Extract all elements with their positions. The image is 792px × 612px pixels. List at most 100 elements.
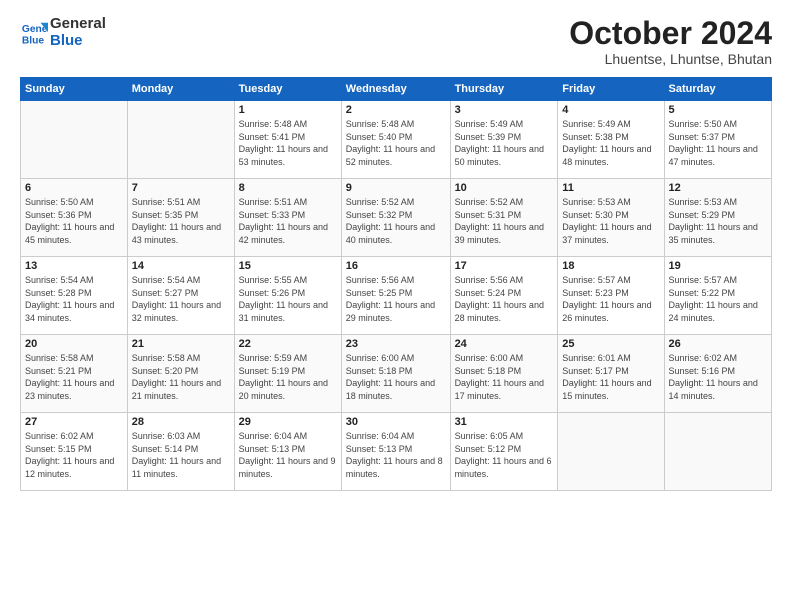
day-info: Sunrise: 5:50 AM Sunset: 5:37 PM Dayligh… [669,118,767,168]
calendar-cell: 19Sunrise: 5:57 AM Sunset: 5:22 PM Dayli… [664,257,771,335]
calendar-table: SundayMondayTuesdayWednesdayThursdayFrid… [20,77,772,491]
calendar-cell: 31Sunrise: 6:05 AM Sunset: 5:12 PM Dayli… [450,413,558,491]
calendar-cell: 12 Sunrise: 5:53 AM Sunset: 5:29 PM Dayli… [664,179,771,257]
day-info: Sunrise: 6:04 AM Sunset: 5:13 PM Dayligh… [239,430,337,480]
calendar-cell [21,101,128,179]
day-info: Sunrise: 6:04 AM Sunset: 5:13 PM Dayligh… [346,430,446,480]
calendar-cell: 5 Sunrise: 5:50 AM Sunset: 5:37 PM Daylig… [664,101,771,179]
day-number: 7 [132,182,230,194]
calendar-cell: 1 Sunrise: 5:48 AM Sunset: 5:41 PM Daylig… [234,101,341,179]
calendar-cell: 8Sunrise: 5:51 AM Sunset: 5:33 PM Daylig… [234,179,341,257]
day-info: Sunrise: 5:49 AM Sunset: 5:39 PM Dayligh… [455,118,554,168]
day-number: 17 [455,260,554,272]
col-header-sunday: Sunday [21,78,128,101]
calendar-cell: 13 Sunrise: 5:54 AM Sunset: 5:28 PM Dayli… [21,257,128,335]
day-info: Sunrise: 5:48 AM Sunset: 5:40 PM Dayligh… [346,118,446,168]
day-info: Sunrise: 5:57 AM Sunset: 5:22 PM Dayligh… [669,274,767,324]
calendar-cell: 20Sunrise: 5:58 AM Sunset: 5:21 PM Dayli… [21,335,128,413]
calendar-cell: 22Sunrise: 5:59 AM Sunset: 5:19 PM Dayli… [234,335,341,413]
day-info: Sunrise: 6:02 AM Sunset: 5:15 PM Dayligh… [25,430,123,480]
day-number: 6 [25,182,123,194]
day-number: 3 [455,104,554,116]
day-number: 26 [669,338,767,350]
logo-icon: General Blue [20,19,48,47]
calendar-cell: 26Sunrise: 6:02 AM Sunset: 5:16 PM Dayli… [664,335,771,413]
day-info: Sunrise: 5:58 AM Sunset: 5:21 PM Dayligh… [25,352,123,402]
day-info: Sunrise: 5:56 AM Sunset: 5:25 PM Dayligh… [346,274,446,324]
logo-general: General [50,16,106,33]
calendar-cell [664,413,771,491]
day-number: 24 [455,338,554,350]
day-number: 8 [239,182,337,194]
calendar-cell: 27 Sunrise: 6:02 AM Sunset: 5:15 PM Dayli… [21,413,128,491]
calendar-cell: 2 Sunrise: 5:48 AM Sunset: 5:40 PM Daylig… [341,101,450,179]
calendar-cell: 10Sunrise: 5:52 AM Sunset: 5:31 PM Dayli… [450,179,558,257]
day-info: Sunrise: 5:54 AM Sunset: 5:27 PM Dayligh… [132,274,230,324]
day-info: Sunrise: 5:51 AM Sunset: 5:35 PM Dayligh… [132,196,230,246]
col-header-monday: Monday [127,78,234,101]
day-number: 10 [455,182,554,194]
day-info: Sunrise: 5:55 AM Sunset: 5:26 PM Dayligh… [239,274,337,324]
calendar-cell: 28 Sunrise: 6:03 AM Sunset: 5:14 PM Dayli… [127,413,234,491]
day-number: 1 [239,104,337,116]
day-number: 11 [562,182,659,194]
day-info: Sunrise: 6:00 AM Sunset: 5:18 PM Dayligh… [455,352,554,402]
calendar-cell [127,101,234,179]
day-info: Sunrise: 5:56 AM Sunset: 5:24 PM Dayligh… [455,274,554,324]
day-number: 13 [25,260,123,272]
calendar-cell: 25 Sunrise: 6:01 AM Sunset: 5:17 PM Dayli… [558,335,664,413]
day-info: Sunrise: 6:05 AM Sunset: 5:12 PM Dayligh… [455,430,554,480]
day-number: 29 [239,416,337,428]
calendar-cell: 30Sunrise: 6:04 AM Sunset: 5:13 PM Dayli… [341,413,450,491]
calendar-cell: 4 Sunrise: 5:49 AM Sunset: 5:38 PM Daylig… [558,101,664,179]
day-info: Sunrise: 5:54 AM Sunset: 5:28 PM Dayligh… [25,274,123,324]
day-info: Sunrise: 5:50 AM Sunset: 5:36 PM Dayligh… [25,196,123,246]
day-info: Sunrise: 6:01 AM Sunset: 5:17 PM Dayligh… [562,352,659,402]
col-header-friday: Friday [558,78,664,101]
day-info: Sunrise: 5:48 AM Sunset: 5:41 PM Dayligh… [239,118,337,168]
calendar-cell: 23 Sunrise: 6:00 AM Sunset: 5:18 PM Dayli… [341,335,450,413]
calendar-cell: 15 Sunrise: 5:55 AM Sunset: 5:26 PM Dayli… [234,257,341,335]
calendar-cell [558,413,664,491]
day-number: 12 [669,182,767,194]
calendar-cell: 29 Sunrise: 6:04 AM Sunset: 5:13 PM Dayli… [234,413,341,491]
calendar-cell: 7 Sunrise: 5:51 AM Sunset: 5:35 PM Daylig… [127,179,234,257]
col-header-tuesday: Tuesday [234,78,341,101]
title-area: October 2024 Lhuentse, Lhuntse, Bhutan [569,16,772,67]
day-info: Sunrise: 5:57 AM Sunset: 5:23 PM Dayligh… [562,274,659,324]
day-info: Sunrise: 5:53 AM Sunset: 5:29 PM Dayligh… [669,196,767,246]
day-number: 25 [562,338,659,350]
day-info: Sunrise: 6:03 AM Sunset: 5:14 PM Dayligh… [132,430,230,480]
col-header-wednesday: Wednesday [341,78,450,101]
calendar-cell: 17 Sunrise: 5:56 AM Sunset: 5:24 PM Dayli… [450,257,558,335]
day-number: 27 [25,416,123,428]
day-number: 23 [346,338,446,350]
calendar-cell: 18Sunrise: 5:57 AM Sunset: 5:23 PM Dayli… [558,257,664,335]
day-info: Sunrise: 5:52 AM Sunset: 5:32 PM Dayligh… [346,196,446,246]
day-number: 14 [132,260,230,272]
day-number: 28 [132,416,230,428]
location-subtitle: Lhuentse, Lhuntse, Bhutan [569,51,772,67]
day-info: Sunrise: 5:59 AM Sunset: 5:19 PM Dayligh… [239,352,337,402]
day-number: 4 [562,104,659,116]
svg-text:Blue: Blue [22,35,45,46]
col-header-saturday: Saturday [664,78,771,101]
calendar-cell: 9 Sunrise: 5:52 AM Sunset: 5:32 PM Daylig… [341,179,450,257]
day-number: 2 [346,104,446,116]
calendar-cell: 6 Sunrise: 5:50 AM Sunset: 5:36 PM Daylig… [21,179,128,257]
day-number: 15 [239,260,337,272]
day-info: Sunrise: 6:00 AM Sunset: 5:18 PM Dayligh… [346,352,446,402]
calendar-cell: 21Sunrise: 5:58 AM Sunset: 5:20 PM Dayli… [127,335,234,413]
day-info: Sunrise: 5:58 AM Sunset: 5:20 PM Dayligh… [132,352,230,402]
day-number: 9 [346,182,446,194]
col-header-thursday: Thursday [450,78,558,101]
logo-blue: Blue [50,33,106,50]
calendar-cell: 24 Sunrise: 6:00 AM Sunset: 5:18 PM Dayli… [450,335,558,413]
calendar-cell: 11 Sunrise: 5:53 AM Sunset: 5:30 PM Dayli… [558,179,664,257]
day-number: 5 [669,104,767,116]
calendar-cell: 3 Sunrise: 5:49 AM Sunset: 5:39 PM Daylig… [450,101,558,179]
day-number: 16 [346,260,446,272]
day-info: Sunrise: 5:49 AM Sunset: 5:38 PM Dayligh… [562,118,659,168]
day-info: Sunrise: 5:53 AM Sunset: 5:30 PM Dayligh… [562,196,659,246]
month-title: October 2024 [569,16,772,51]
